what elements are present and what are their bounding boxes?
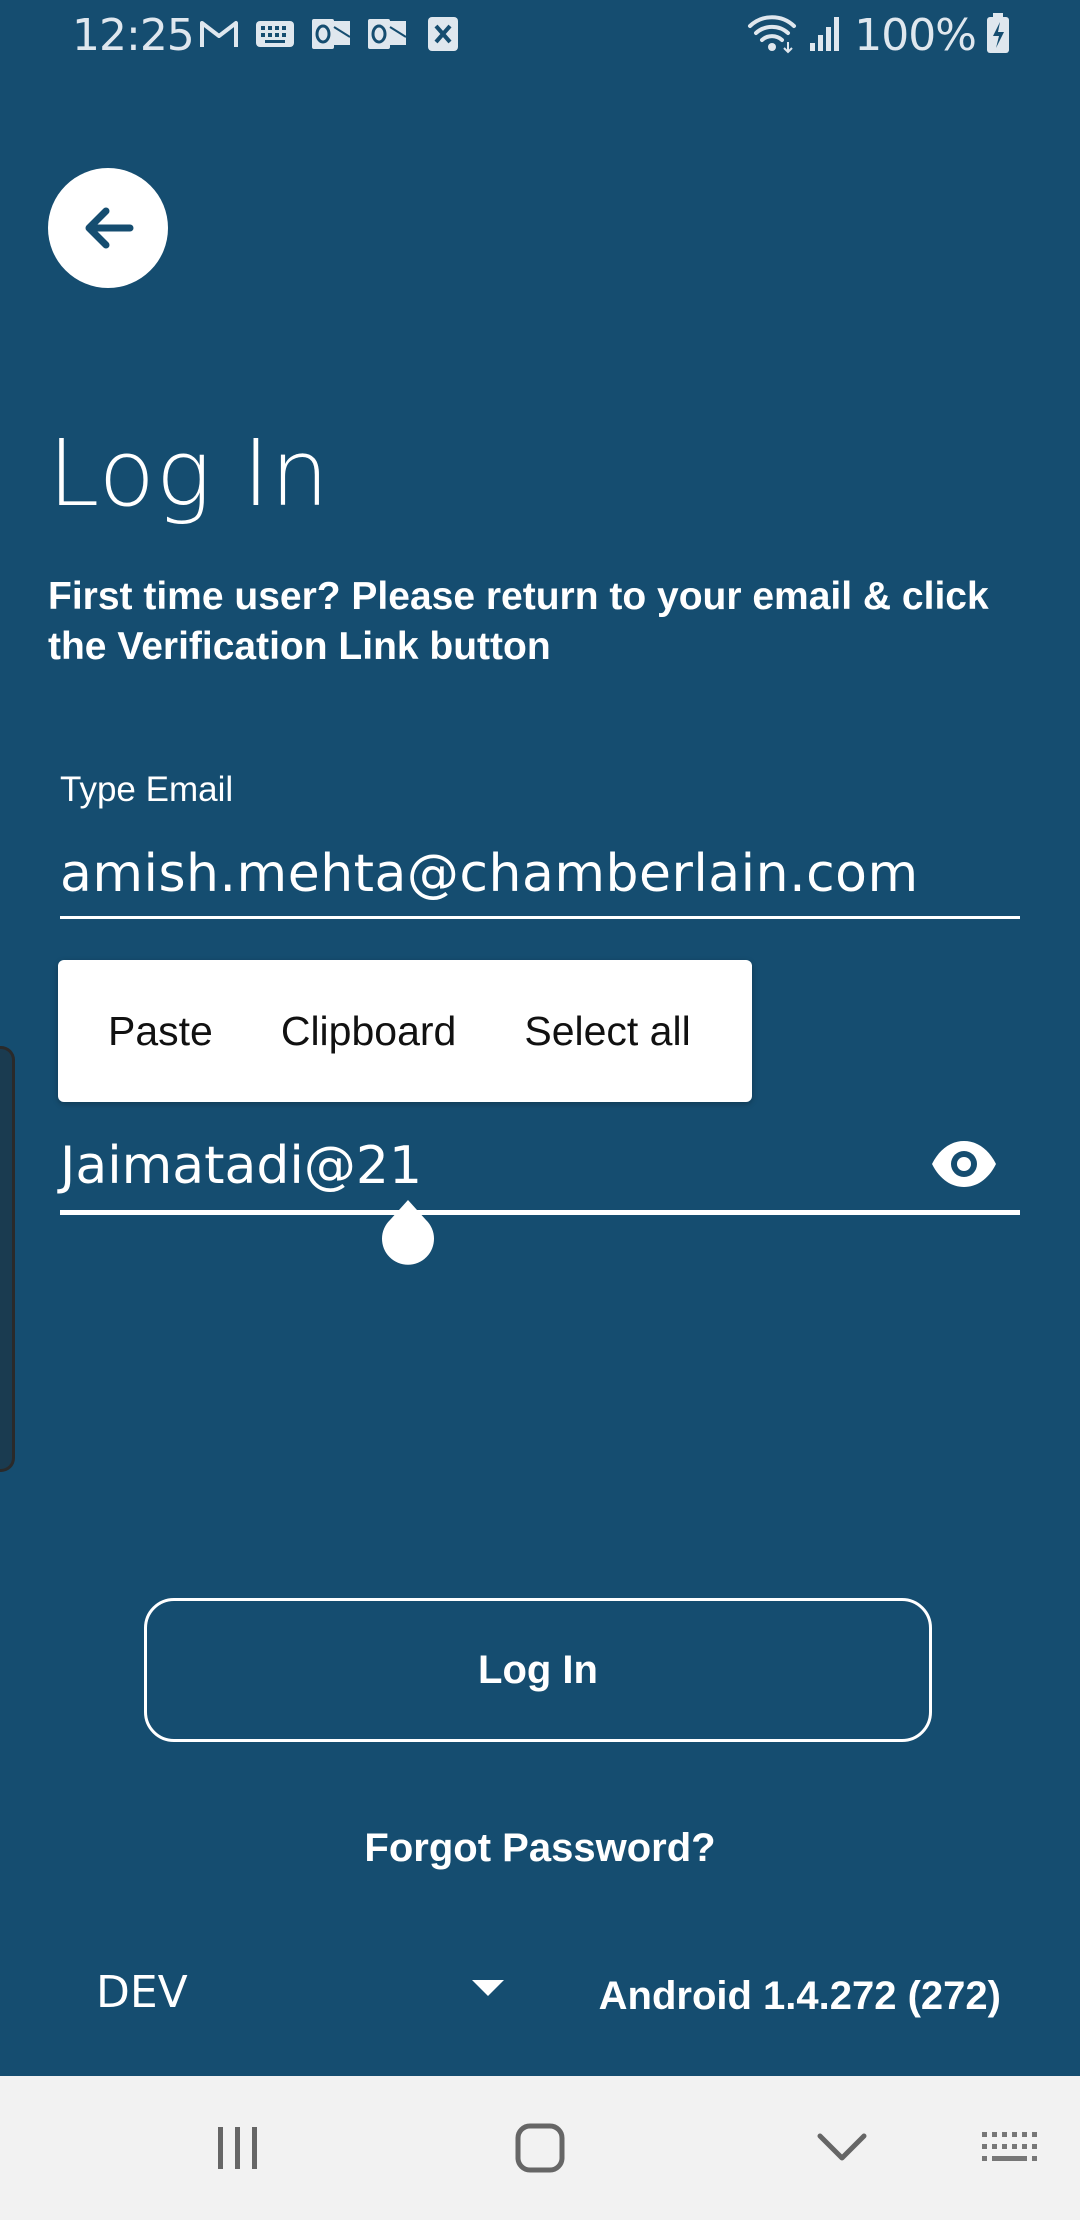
keyboard-toggle-icon [982, 2132, 1037, 2161]
keyboard-icon [254, 14, 296, 54]
login-screen: 12:25 100% Log In First time user? Pleas… [0, 0, 1080, 2220]
keyboard-toggle-button[interactable] [940, 2076, 1080, 2220]
navigation-bar [0, 2076, 1080, 2220]
battery-charging-icon [986, 12, 1010, 59]
email-field[interactable]: amish.mehta@chamberlain.com [60, 838, 1020, 919]
recent-apps-icon [218, 2127, 257, 2169]
password-value: Jaimatadi@21 [60, 1136, 423, 1196]
outlook-icon [310, 14, 352, 54]
environment-value: DEV [96, 1966, 188, 2018]
paste-option[interactable]: Paste [58, 960, 247, 1102]
notification-icons [198, 14, 464, 54]
environment-dropdown[interactable]: DEV [96, 1962, 516, 2022]
signal-icon [808, 13, 844, 58]
select-all-option[interactable]: Select all [490, 960, 724, 1102]
gmail-icon [198, 14, 240, 54]
recent-apps-button[interactable] [168, 2076, 308, 2220]
page-title: Log In [48, 420, 330, 527]
text-selection-menu: Paste Clipboard Select all [58, 960, 752, 1102]
forgot-password-link[interactable]: Forgot Password? [0, 1826, 1080, 1871]
battery-percentage: 100% [854, 10, 977, 61]
back-button[interactable] [48, 168, 168, 288]
excel-icon [422, 14, 464, 54]
status-right: 100% [746, 10, 1010, 61]
clipboard-option[interactable]: Clipboard [247, 960, 491, 1102]
app-version: Android 1.4.272 (272) [598, 1974, 1001, 2018]
home-button[interactable] [470, 2076, 610, 2220]
status-bar: 12:25 100% [0, 0, 1080, 72]
status-time: 12:25 [72, 10, 195, 61]
dropdown-arrow-icon [472, 1980, 504, 1996]
wifi-icon [746, 12, 798, 59]
outlook-icon [366, 14, 408, 54]
back-nav-button[interactable] [772, 2076, 912, 2220]
login-button[interactable]: Log In [144, 1598, 932, 1742]
home-icon [515, 2123, 565, 2173]
arrow-left-icon [85, 207, 134, 249]
password-field[interactable]: Jaimatadi@21 [60, 1130, 1020, 1215]
back-icon [817, 2133, 867, 2161]
eye-icon[interactable] [930, 1136, 998, 1192]
edge-panel-handle[interactable] [0, 1046, 15, 1472]
verification-instructions: First time user? Please return to your e… [48, 575, 989, 668]
email-label: Type Email [60, 770, 234, 809]
text-cursor-handle[interactable] [378, 1200, 438, 1274]
